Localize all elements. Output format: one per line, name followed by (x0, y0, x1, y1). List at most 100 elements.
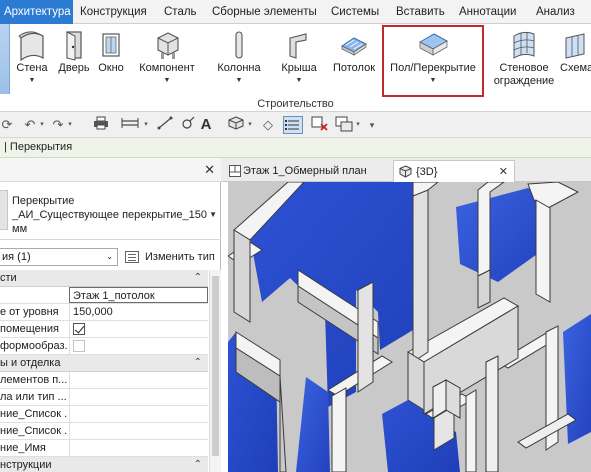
build-group-label: Строительство (257, 98, 334, 110)
roof-button[interactable]: Крыша ▼ (279, 28, 319, 85)
type-selector[interactable]: Перекрытие _АИ_Существующее перекрытие_1… (0, 182, 221, 240)
tab-analyze[interactable]: Анализ (536, 0, 575, 24)
wall-button[interactable]: Стена ▼ (13, 28, 51, 85)
property-value[interactable] (69, 338, 208, 354)
ceiling-button[interactable]: Потолок (330, 28, 378, 75)
chevron-down-icon[interactable]: ▾ (246, 116, 254, 134)
property-category[interactable]: сти ⌃ (0, 270, 208, 287)
door-icon (66, 31, 82, 61)
tab-architecture[interactable]: Архитектура (0, 0, 73, 26)
collapse-chevron-icon[interactable]: ⌃ (194, 272, 202, 283)
switch-windows-icon[interactable] (334, 116, 354, 134)
section-icon[interactable]: ◇ (260, 116, 276, 134)
close-icon[interactable]: ✕ (204, 162, 215, 178)
property-row: ние_Список ... (0, 406, 208, 423)
property-label: ы и отделка (0, 357, 61, 369)
properties-grid: сти ⌃ Этаж 1_потолок е от уровня 150,000 поме… (0, 270, 208, 472)
chevron-down-icon[interactable]: ▾ (354, 116, 362, 134)
curtain-wall-label-1: Стеновое (499, 62, 549, 74)
property-label: ла или тип ... (0, 391, 67, 403)
chevron-down-icon[interactable]: ▾ (142, 116, 150, 134)
wall-icon (18, 31, 44, 62)
chevron-down-icon[interactable]: ▼ (209, 210, 217, 219)
scrollbar-thumb[interactable] (212, 276, 219, 456)
floor-plan-tab-label: Этаж 1_Обмерный план (243, 165, 367, 177)
3d-model-view[interactable] (228, 182, 591, 472)
property-label: сти (0, 272, 17, 284)
redo-icon[interactable]: ↷ (50, 116, 66, 134)
sync-icon[interactable]: ⟳ (0, 116, 14, 134)
tab-floor-plan[interactable]: Этаж 1_Обмерный план (227, 160, 367, 182)
tab-systems[interactable]: Системы (331, 0, 379, 24)
undo-icon[interactable]: ↶ (22, 116, 38, 134)
text-icon[interactable]: A (198, 116, 214, 134)
property-checkbox (73, 340, 85, 352)
type-name-line2: _АИ_Существующее перекрытие_150 (12, 209, 207, 221)
property-value[interactable] (69, 372, 208, 388)
tab-structure[interactable]: Конструкция (80, 0, 147, 24)
curtain-wall-button[interactable]: Стеновое ограждение (490, 28, 558, 88)
tab-insert[interactable]: Вставить (396, 0, 445, 24)
measure-icon[interactable] (120, 116, 140, 134)
ceiling-label: Потолок (332, 62, 376, 74)
property-label: е от уровня (0, 306, 59, 318)
door-button[interactable]: Дверь (55, 28, 93, 75)
property-value[interactable] (69, 440, 208, 456)
property-checkbox[interactable] (73, 323, 85, 335)
quick-access-toolbar: ⟳ ↶ ▾ ↷ ▾ ▾ A ▾ ◇ ▾ ▾ (0, 112, 591, 138)
tab-steel[interactable]: Сталь (164, 0, 197, 24)
curtain-system-button[interactable]: Схема (560, 28, 591, 75)
thin-lines-icon[interactable] (282, 116, 304, 134)
instance-filter-select[interactable]: ия (1) ⌄ (0, 248, 118, 266)
tab-precast[interactable]: Сборные элементы (212, 0, 317, 24)
properties-scrollbar[interactable] (209, 270, 221, 472)
property-label: помещения (0, 323, 59, 335)
close-hidden-icon[interactable] (310, 116, 330, 134)
property-category[interactable]: ы и отделка ⌃ (0, 355, 208, 372)
property-value[interactable] (69, 406, 208, 422)
type-name-line3: мм (12, 223, 28, 235)
property-value[interactable]: 150,000 (69, 304, 208, 320)
window-label: Окно (98, 62, 124, 74)
property-value[interactable] (69, 321, 208, 337)
type-preview (0, 190, 8, 230)
property-row: ние_Список ... (0, 423, 208, 440)
window-button[interactable]: Окно (94, 28, 128, 75)
collapse-chevron-icon[interactable]: ⌃ (194, 459, 202, 470)
column-icon (235, 31, 243, 59)
chevron-down-icon[interactable]: ▾ (38, 116, 46, 134)
tab-3d-view[interactable]: {3D} ✕ (393, 160, 515, 182)
column-button[interactable]: Колонна ▼ (214, 28, 264, 85)
close-icon[interactable]: ✕ (499, 161, 508, 183)
chevron-down-icon: ▼ (295, 77, 303, 84)
properties-header: ✕ (0, 158, 221, 182)
property-row: ние_Имя (0, 440, 208, 457)
property-value-input[interactable]: Этаж 1_потолок (69, 287, 208, 303)
dimension-icon[interactable] (156, 116, 174, 134)
edit-type-icon (125, 251, 139, 263)
property-row: Этаж 1_потолок (0, 287, 208, 304)
chevron-down-icon: ▼ (163, 77, 171, 84)
component-label: Компонент (139, 62, 195, 74)
edit-type-button[interactable]: Изменить тип (125, 248, 215, 266)
property-value[interactable] (69, 423, 208, 439)
component-button[interactable]: Компонент ▼ (134, 28, 200, 85)
ceiling-icon (341, 37, 367, 56)
property-label: ние_Список ... (0, 408, 68, 420)
curtain-wall-icon (513, 31, 535, 59)
3d-floor-model[interactable] (228, 182, 591, 472)
modify-tool-edge[interactable] (0, 24, 10, 94)
customize-toolbar-icon[interactable]: ▾ (366, 116, 378, 134)
tab-annotate[interactable]: Аннотации (459, 0, 516, 24)
roof-label: Крыша (281, 62, 317, 74)
tag-icon[interactable] (180, 116, 196, 134)
collapse-chevron-icon[interactable]: ⌃ (194, 357, 202, 368)
property-row: е от уровня 150,000 (0, 304, 208, 321)
chevron-down-icon[interactable]: ▾ (66, 116, 74, 134)
print-icon[interactable] (92, 116, 110, 134)
type-name: Перекрытие _АИ_Существующее перекрытие_1… (12, 194, 207, 236)
property-category[interactable]: нструкции ⌃ (0, 457, 208, 472)
3d-view-icon[interactable] (226, 116, 246, 134)
context-bar: | Перекрытия (0, 138, 591, 158)
property-value[interactable] (69, 389, 208, 405)
